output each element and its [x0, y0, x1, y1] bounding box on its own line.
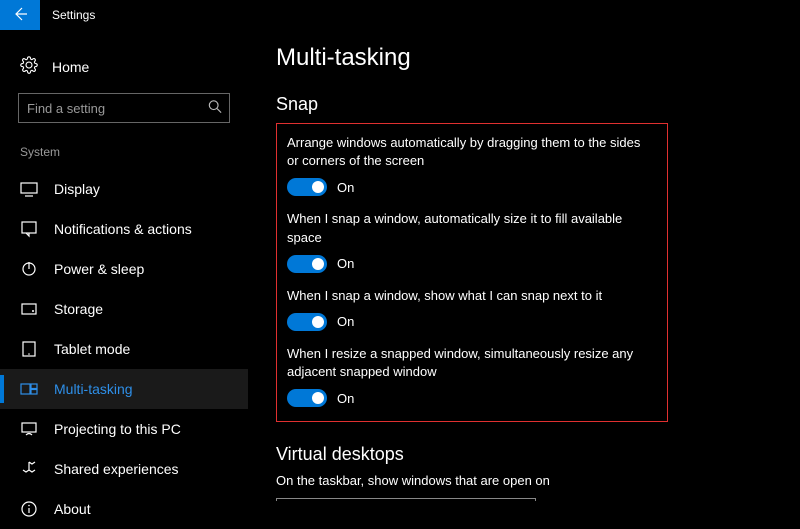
sidebar-group-label: System	[18, 145, 230, 159]
sidebar-item-label: About	[54, 501, 91, 517]
virtual-desktops-heading: Virtual desktops	[276, 444, 772, 465]
power-icon	[20, 260, 38, 278]
projecting-icon	[20, 420, 38, 438]
sidebar-item-multitasking[interactable]: Multi-tasking	[0, 369, 248, 409]
arrow-left-icon	[12, 6, 28, 25]
toggle-switch[interactable]	[287, 389, 327, 407]
home-button[interactable]: Home	[18, 52, 230, 81]
toggle-state-label: On	[337, 314, 354, 329]
sidebar-item-shared[interactable]: Shared experiences	[0, 449, 248, 489]
sidebar-item-label: Display	[54, 181, 100, 197]
sidebar-item-label: Projecting to this PC	[54, 421, 181, 437]
gear-icon	[20, 56, 38, 77]
search-container	[18, 93, 230, 123]
titlebar: Settings	[0, 0, 800, 30]
sidebar-item-label: Power & sleep	[54, 261, 144, 277]
main-content: Multi-tasking Snap Arrange windows autom…	[248, 30, 800, 501]
sidebar-item-label: Storage	[54, 301, 103, 317]
sidebar-item-power[interactable]: Power & sleep	[0, 249, 248, 289]
snap-option: Arrange windows automatically by draggin…	[287, 134, 653, 196]
snap-heading: Snap	[276, 94, 772, 115]
toggle-switch[interactable]	[287, 178, 327, 196]
sidebar-item-notifications[interactable]: Notifications & actions	[0, 209, 248, 249]
sidebar: Home System Display Notifications & acti…	[0, 30, 248, 501]
toggle-state-label: On	[337, 391, 354, 406]
sidebar-item-storage[interactable]: Storage	[0, 289, 248, 329]
sidebar-item-projecting[interactable]: Projecting to this PC	[0, 409, 248, 449]
info-icon	[20, 500, 38, 518]
search-input[interactable]	[18, 93, 230, 123]
snap-option: When I snap a window, automatically size…	[287, 210, 653, 272]
tablet-icon	[20, 340, 38, 358]
option-description: Arrange windows automatically by draggin…	[287, 134, 647, 170]
snap-options-group: Arrange windows automatically by draggin…	[276, 123, 668, 422]
sidebar-item-label: Shared experiences	[54, 461, 179, 477]
sidebar-item-label: Notifications & actions	[54, 221, 192, 237]
sidebar-item-label: Tablet mode	[54, 341, 130, 357]
display-icon	[20, 180, 38, 198]
storage-icon	[20, 300, 38, 318]
toggle-switch[interactable]	[287, 255, 327, 273]
option-description: When I snap a window, automatically size…	[287, 210, 647, 246]
shared-icon	[20, 460, 38, 478]
snap-option: When I snap a window, show what I can sn…	[287, 287, 653, 331]
sidebar-item-display[interactable]: Display	[0, 169, 248, 209]
home-label: Home	[52, 59, 89, 75]
back-button[interactable]	[0, 0, 40, 30]
snap-option: When I resize a snapped window, simultan…	[287, 345, 653, 407]
virtual-desktops-description: On the taskbar, show windows that are op…	[276, 473, 772, 488]
notifications-icon	[20, 220, 38, 238]
toggle-switch[interactable]	[287, 313, 327, 331]
window-title: Settings	[52, 8, 95, 22]
option-description: When I snap a window, show what I can sn…	[287, 287, 647, 305]
toggle-state-label: On	[337, 256, 354, 271]
sidebar-item-label: Multi-tasking	[54, 381, 133, 397]
nav-list: Display Notifications & actions Power & …	[0, 169, 248, 529]
option-description: When I resize a snapped window, simultan…	[287, 345, 647, 381]
multitasking-icon	[20, 380, 38, 398]
sidebar-item-about[interactable]: About	[0, 489, 248, 529]
page-title: Multi-tasking	[276, 44, 772, 72]
sidebar-item-tablet[interactable]: Tablet mode	[0, 329, 248, 369]
toggle-state-label: On	[337, 180, 354, 195]
